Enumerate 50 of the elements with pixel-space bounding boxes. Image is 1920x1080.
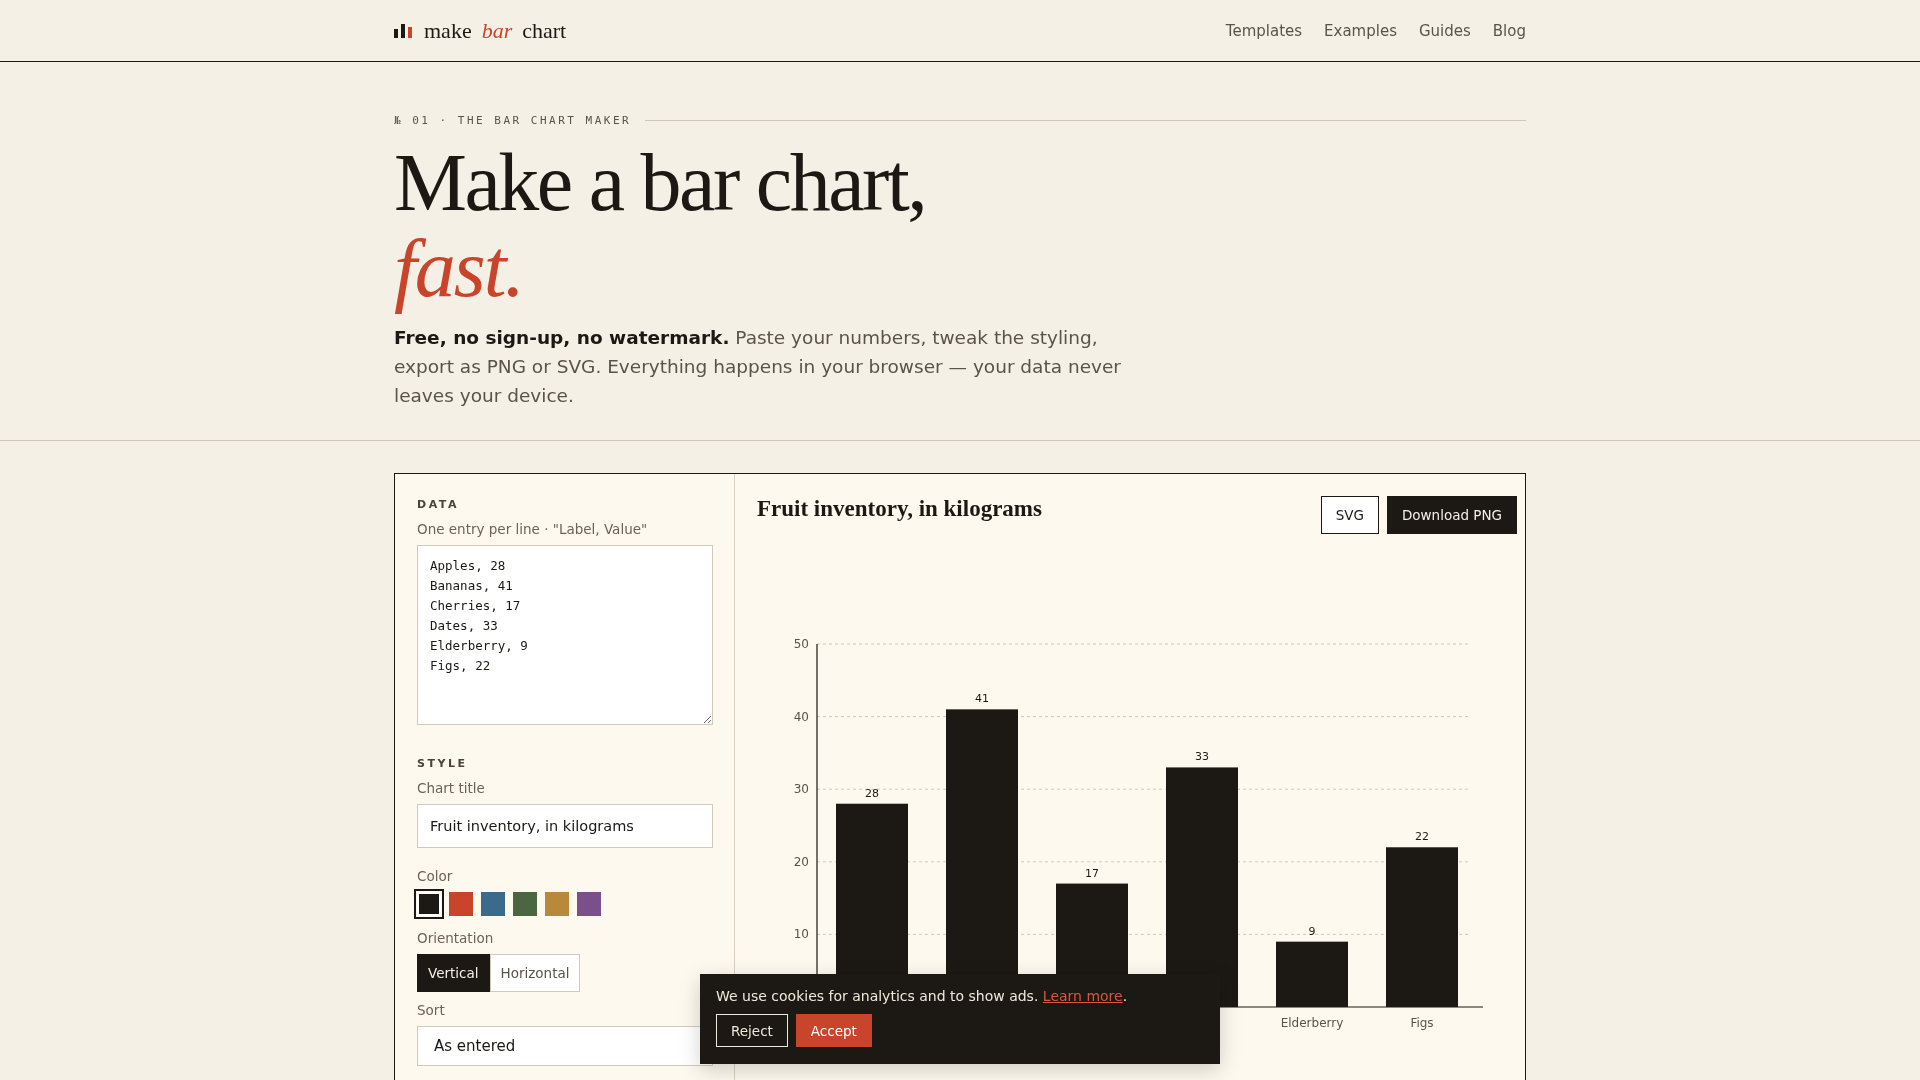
nav-link[interactable]: Blog: [1492, 21, 1526, 40]
color-swatch[interactable]: [577, 892, 601, 916]
chart-title-field[interactable]: Fruit inventory, in kilograms: [417, 804, 713, 848]
color-swatch[interactable]: [545, 892, 569, 916]
field-hint: One entry per line · "Label, Value": [417, 521, 649, 537]
data-label: 9: [1308, 924, 1316, 938]
data-label: 28: [865, 786, 879, 800]
data-label: 22: [1415, 830, 1429, 844]
orientation-toggle[interactable]: Horizontal: [489, 954, 581, 992]
cookie-button[interactable]: Accept: [795, 1014, 872, 1047]
nav-link[interactable]: Examples: [1324, 21, 1397, 40]
axis-tick-label: 10: [793, 927, 809, 942]
data-label: 33: [1195, 750, 1209, 764]
intro-paragraph: Free, no sign-up, no watermark. Paste your numbers, tweak the styling, export as PNG or SVG. Everything happens in your browser — your data never leaves your device.: [394, 326, 1122, 408]
axis-tick-label: 50: [793, 637, 809, 651]
category-label: Figs: [1410, 1016, 1434, 1030]
logo-text[interactable]: bar: [481, 17, 513, 44]
headline-accent: fast.: [394, 222, 524, 316]
headline: Make a bar chart,: [394, 145, 927, 221]
color-swatch[interactable]: [513, 892, 537, 916]
logo-text[interactable]: make: [424, 17, 472, 44]
logo-text[interactable]: chart: [522, 17, 567, 44]
sort-dropdown[interactable]: As entered: [417, 1026, 713, 1066]
axis-tick-label: 20: [793, 854, 809, 869]
chart-title: Fruit inventory, in kilograms: [757, 496, 1042, 522]
eyebrow-text: № 01 · THE BAR CHART MAKER: [394, 114, 632, 127]
field-label: Sort: [417, 1002, 446, 1018]
field-label: Color: [417, 868, 454, 884]
cookie-message: We use cookies for analytics and to show ads. Learn more.: [716, 988, 1129, 1004]
category-label: Elderberry: [1280, 1016, 1344, 1030]
data-label: 17: [1085, 866, 1099, 880]
learn-more-link[interactable]: Learn more: [1042, 988, 1123, 1004]
color-swatch[interactable]: [449, 892, 473, 916]
cookie-button[interactable]: Reject: [716, 1014, 788, 1047]
nav-link[interactable]: Templates: [1225, 21, 1303, 40]
bar-chart-logo-icon: [394, 23, 412, 38]
section-heading: STYLE: [417, 757, 469, 770]
export-button[interactable]: Download PNG: [1386, 496, 1517, 534]
data-label: 41: [975, 692, 989, 706]
axis-tick-label: 40: [793, 709, 809, 724]
axis-tick-label: 30: [793, 782, 809, 797]
color-swatch[interactable]: [481, 892, 505, 916]
nav-link[interactable]: Guides: [1418, 21, 1471, 40]
data-textarea[interactable]: Apples, 28 Bananas, 41 Cherries, 17 Dates, 33 Elderberry, 9 Figs, 22: [417, 545, 713, 725]
field-label: Chart title: [417, 780, 486, 796]
orientation-toggle[interactable]: Vertical: [417, 954, 490, 992]
export-button[interactable]: SVG: [1320, 496, 1379, 534]
field-label: Orientation: [417, 930, 495, 946]
color-swatch[interactable]: [417, 892, 441, 916]
section-heading: DATA: [417, 498, 460, 511]
